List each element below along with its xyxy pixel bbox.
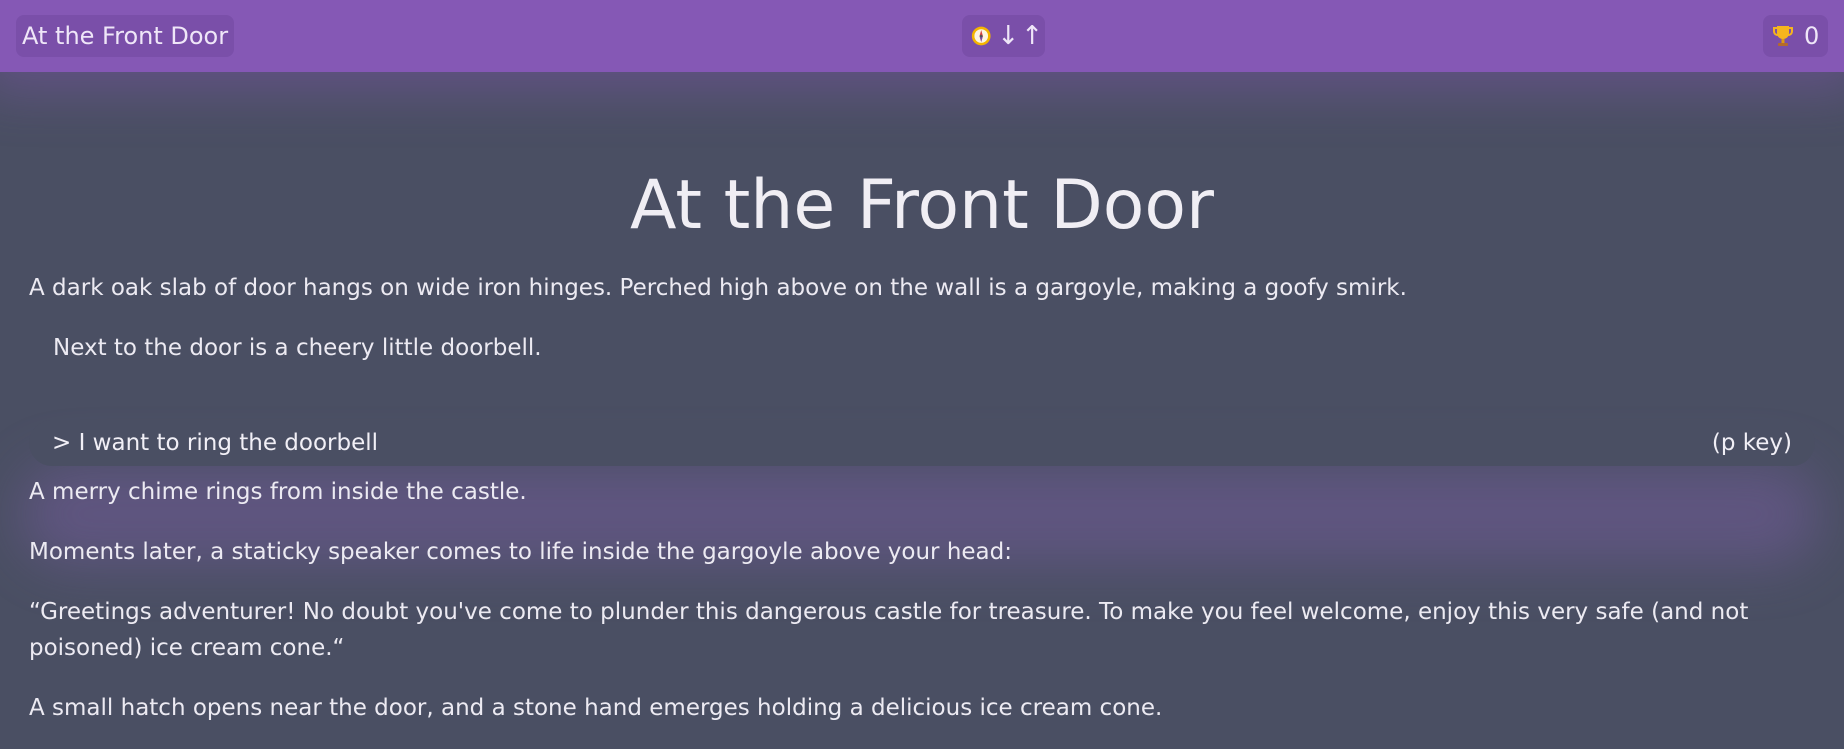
trophy-icon	[1773, 26, 1793, 46]
log-entry: A small hatch opens near the door, and a…	[29, 695, 1163, 721]
score-button[interactable]: 0	[1763, 15, 1828, 57]
ring-doorbell-action[interactable]: > I want to ring the doorbell (p key)	[29, 420, 1815, 466]
score-value: 0	[1804, 22, 1820, 50]
action-shortcut: (p key)	[1711, 430, 1792, 456]
log-entry: A merry chime rings from inside the cast…	[29, 479, 527, 505]
top-bar: At the Front Door ↓↑ 0	[0, 0, 1844, 72]
room-extra-description: Next to the door is a cheery little door…	[53, 335, 542, 361]
room-name-button[interactable]: At the Front Door	[16, 15, 235, 57]
navigation-button[interactable]: ↓↑	[962, 15, 1045, 57]
log-entry: “Greetings adventurer! No doubt you've c…	[29, 599, 1749, 661]
room-description: A dark oak slab of door hangs on wide ir…	[29, 275, 1407, 301]
room-name-label: At the Front Door	[22, 22, 229, 50]
nav-arrows-label: ↓↑	[997, 21, 1045, 51]
room-title: At the Front Door	[630, 166, 1214, 245]
action-label: > I want to ring the doorbell	[52, 430, 379, 456]
compass-icon	[971, 26, 991, 46]
log-entry: Moments later, a staticky speaker comes …	[29, 539, 1012, 565]
